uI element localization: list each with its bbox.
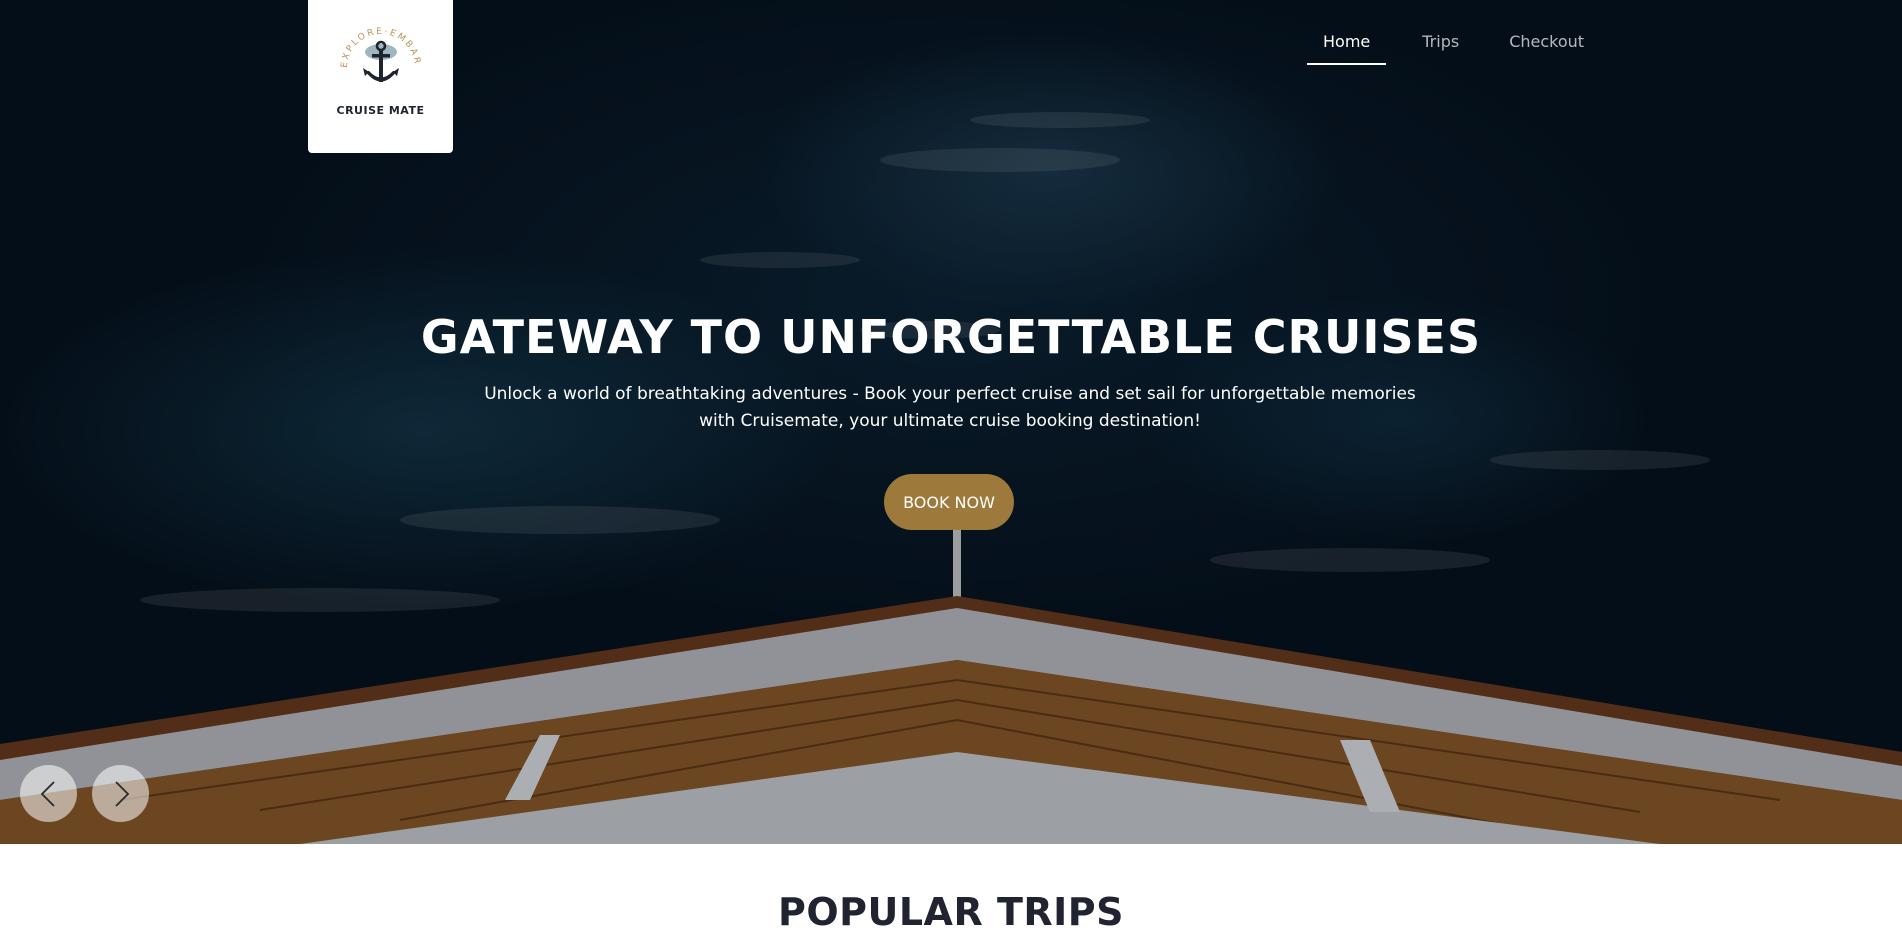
nav-trips-link[interactable]: Trips [1406, 32, 1475, 65]
brand-name: CRUISE MATE [336, 104, 425, 117]
carousel-next-button[interactable] [92, 765, 149, 822]
logo-link[interactable]: EXPLORE·EMBARK·ENJOY! CRUISE MATE [308, 0, 453, 153]
hero-title: GATEWAY TO UNFORGETTABLE CRUISES [420, 310, 1482, 364]
hero-subtitle: Unlock a world of breathtaking adventure… [484, 384, 1416, 431]
book-now-button[interactable]: BOOK NOW [884, 474, 1014, 530]
nav-checkout-link[interactable]: Checkout [1493, 32, 1600, 65]
carousel-prev-button[interactable] [20, 765, 77, 822]
chevron-left-icon [40, 780, 55, 807]
chevron-right-icon [114, 780, 129, 807]
popular-trips-heading: POPULAR TRIPS [777, 890, 1124, 934]
anchor-logo-icon: EXPLORE·EMBARK·ENJOY! [335, 16, 419, 82]
nav-home-link[interactable]: Home [1307, 32, 1387, 65]
main-nav: Home Trips Checkout [1307, 32, 1600, 65]
